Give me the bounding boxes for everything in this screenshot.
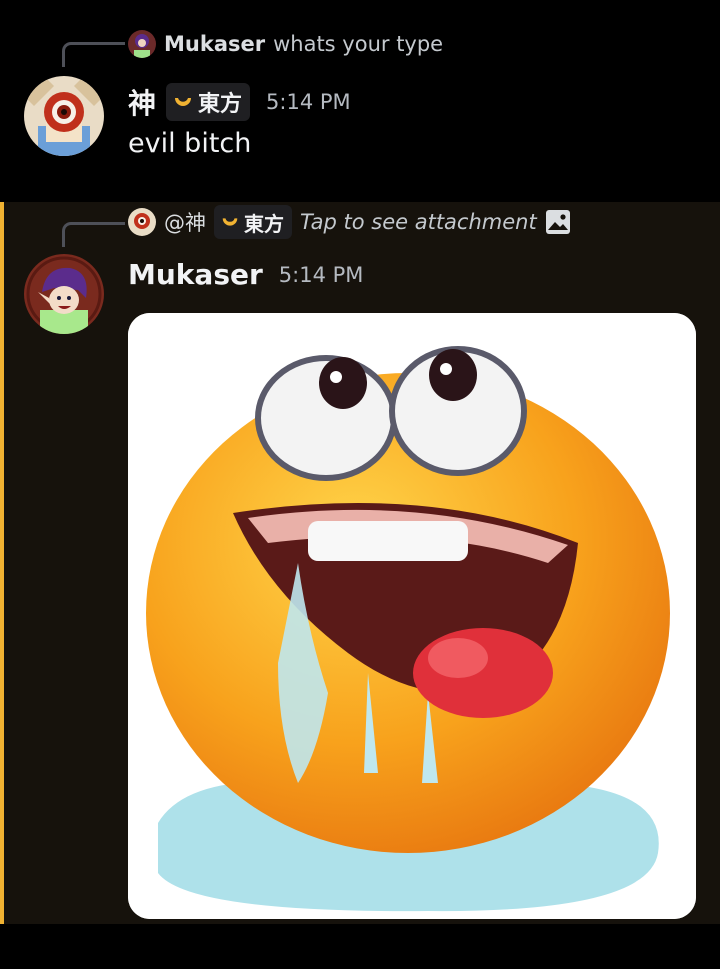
reply-mention[interactable]: @神	[164, 207, 206, 237]
bottom-strip	[0, 924, 720, 969]
role-tag-label: 東方	[244, 211, 284, 236]
message-text: evil bitch	[128, 128, 252, 159]
timestamp: 5:14 PM	[278, 262, 364, 287]
crescent-icon	[222, 218, 238, 226]
reply-username[interactable]: Mukaser	[164, 32, 265, 56]
reply-avatar	[128, 30, 156, 58]
role-tag-label: 東方	[198, 92, 243, 117]
author-row: Mukaser 5:14 PM	[128, 258, 363, 291]
role-tag[interactable]: 東方	[214, 205, 292, 239]
message-2[interactable]: @神 東方 Tap to see attachment Mukaser 5:14…	[0, 202, 720, 924]
author-name[interactable]: 神	[128, 82, 156, 122]
author-row: 神 東方 5:14 PM	[128, 82, 351, 122]
image-icon	[545, 210, 570, 234]
reply-connector	[62, 222, 125, 247]
role-tag[interactable]: 東方	[166, 83, 251, 121]
author-name[interactable]: Mukaser	[128, 258, 263, 291]
reply-text: whats your type	[273, 32, 444, 56]
mention-highlight-bar	[0, 202, 4, 924]
timestamp: 5:14 PM	[266, 90, 351, 114]
reply-avatar	[128, 208, 156, 236]
avatar[interactable]	[24, 254, 104, 334]
reply-text[interactable]: Tap to see attachment	[300, 210, 537, 234]
avatar[interactable]	[24, 76, 104, 156]
message-1[interactable]: Mukaser whats your type 神 東方 5:14 PM evi…	[0, 0, 720, 202]
crescent-icon	[175, 98, 192, 106]
reply-preview[interactable]: @神 東方 Tap to see attachment	[128, 205, 571, 239]
drooling-emoji-gif	[128, 313, 696, 919]
reply-preview[interactable]: Mukaser whats your type	[128, 28, 443, 60]
reply-connector	[62, 42, 125, 67]
gif-attachment[interactable]	[128, 313, 696, 919]
